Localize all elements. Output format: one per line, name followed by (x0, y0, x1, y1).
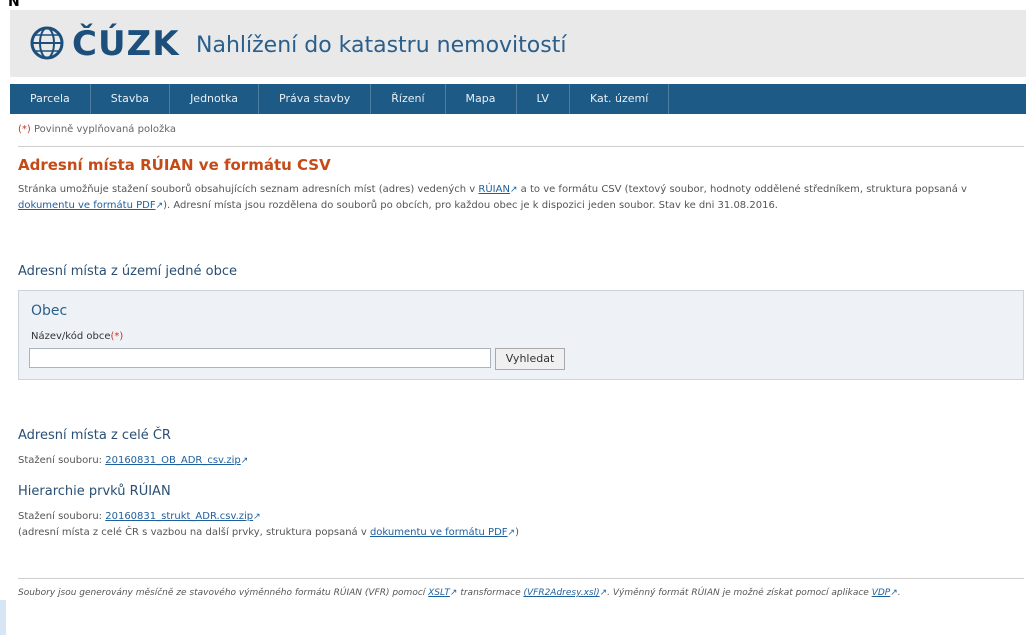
mandatory-star: (*) (18, 124, 31, 135)
footer-divider (18, 578, 1024, 579)
mandatory-text: Povinně vyplňovaná položka (34, 124, 176, 135)
nav-item-parcela[interactable]: Parcela (10, 84, 91, 114)
footer-text-1: Soubory jsou generovány měsíčně ze stavo… (18, 588, 429, 598)
xsl-tool-link[interactable]: (VFR2Adresy.xsl) (523, 588, 599, 598)
nav-item-stavba[interactable]: Stavba (91, 84, 171, 114)
nav-item-prava-stavby[interactable]: Práva stavby (259, 84, 372, 114)
external-link-icon: ↗ (507, 528, 516, 538)
nav-item-kat-uzemi[interactable]: Kat. území (570, 84, 670, 114)
description-text-2: a to ve formátu CSV (textový soubor, hod… (517, 184, 967, 195)
ruian-link[interactable]: RÚIAN (478, 184, 510, 195)
external-link-icon: ↗ (240, 456, 249, 466)
footer-text-4: . (897, 588, 901, 598)
description-text-1: Stránka umožňuje stažení souborů obsahuj… (18, 184, 479, 195)
hierarchy-section-heading: Hierarchie prvků RÚIAN (18, 484, 171, 499)
external-link-icon: ↗ (155, 201, 164, 211)
hierarchy-pdf-link[interactable]: dokumentu ve formátu PDF (370, 527, 508, 538)
hierarchy-download-label: Stažení souboru: (18, 511, 106, 522)
vdp-link[interactable]: VDP (872, 588, 891, 598)
hierarchy-note-text-1: (adresní místa z celé ČR s vazbou na dal… (18, 527, 370, 538)
hierarchy-note-text-2: ) (515, 527, 519, 538)
top-left-fragment: N (0, 0, 70, 10)
divider (18, 146, 1024, 147)
xslt-link[interactable]: XSLT (428, 588, 450, 598)
pdf-doc-link[interactable]: dokumentu ve formátu PDF (18, 200, 156, 211)
mandatory-note: (*) Povinně vyplňovaná položka (18, 124, 176, 135)
cr-download-link[interactable]: 20160831_OB_ADR_csv.zip (105, 455, 241, 466)
obec-search-input[interactable] (29, 348, 491, 368)
brand-name[interactable]: ČÚZK (72, 24, 180, 64)
external-link-icon: ↗ (890, 588, 898, 598)
hierarchy-download-link[interactable]: 20160831_strukt_ADR.csv.zip (105, 511, 253, 522)
cuzk-logo-icon[interactable] (30, 26, 64, 60)
left-edge-accent (0, 600, 6, 635)
hierarchy-note-line: (adresní místa z celé ČR s vazbou na dal… (18, 527, 519, 538)
footer-text-2: transformace (457, 588, 524, 598)
footer-text-3: . Výměnný formát RÚIAN je možné získat p… (607, 588, 872, 598)
obec-section-heading: Adresní místa z území jedné obce (18, 264, 237, 279)
description-text-3: ). Adresní místa jsou rozdělena do soubo… (163, 200, 778, 211)
page-description: Stránka umožňuje stažení souborů obsahuj… (18, 182, 1024, 214)
site-subtitle: Nahlížení do katastru nemovitostí (196, 33, 567, 58)
obec-label-text: Název/kód obce (31, 331, 111, 342)
external-link-icon: ↗ (253, 512, 261, 522)
hierarchy-download-line: Stažení souboru: 20160831_strukt_ADR.csv… (18, 511, 261, 522)
cr-download-line: Stažení souboru: 20160831_OB_ADR_csv.zip… (18, 455, 248, 466)
obec-search-box: Obec Název/kód obce(*) Vyhledat (18, 290, 1024, 380)
nav-item-jednotka[interactable]: Jednotka (170, 84, 259, 114)
footer-note: Soubory jsou generovány měsíčně ze stavo… (18, 586, 1024, 601)
top-left-fragment-text: N (8, 0, 20, 10)
main-nav: Parcela Stavba Jednotka Práva stavby Říz… (10, 84, 1026, 114)
obec-box-title: Obec (31, 303, 68, 319)
obec-label-star: (*) (110, 331, 124, 342)
cr-section-heading: Adresní místa z celé ČR (18, 428, 171, 443)
site-header: ČÚZK Nahlížení do katastru nemovitostí (10, 10, 1026, 77)
nav-item-rizeni[interactable]: Řízení (371, 84, 446, 114)
obec-field-label: Název/kód obce(*) (31, 331, 123, 342)
search-button[interactable]: Vyhledat (495, 348, 565, 370)
nav-item-lv[interactable]: LV (517, 84, 570, 114)
page-title: Adresní místa RÚIAN ve formátu CSV (18, 156, 331, 174)
nav-item-mapa[interactable]: Mapa (446, 84, 517, 114)
cr-download-label: Stažení souboru: (18, 455, 106, 466)
